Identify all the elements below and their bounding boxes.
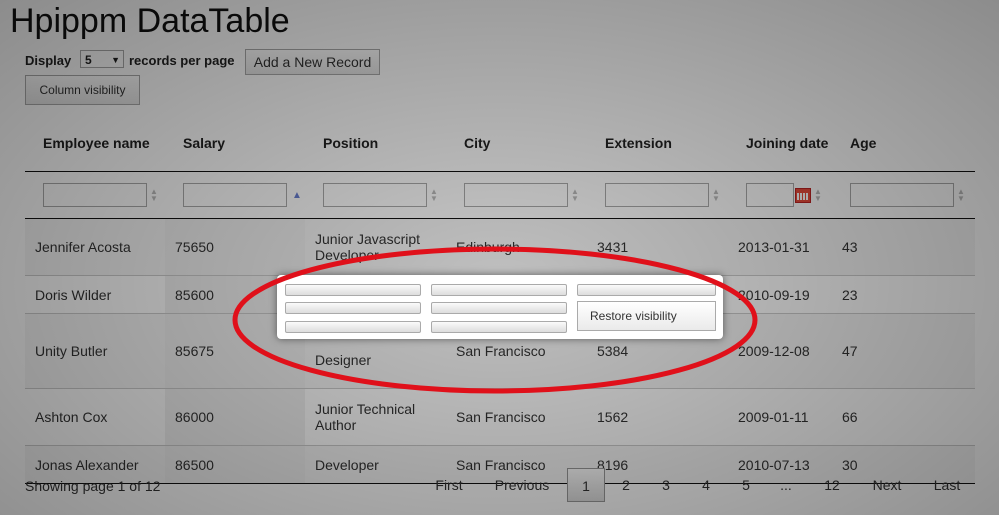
header-label: Salary [183, 135, 226, 151]
cell-city: Edinburgh [446, 218, 587, 276]
cell-extension: 3431 [587, 218, 728, 276]
column-visibility-popup: Restore visibility [277, 275, 723, 339]
column-visibility-button[interactable]: Column visibility [25, 75, 140, 105]
filter-input-extension[interactable] [605, 183, 709, 207]
sort-both-icon[interactable]: ▲ ▼ [150, 188, 158, 203]
cell-age: 23 [832, 275, 975, 314]
header-label: Joining date [746, 135, 829, 151]
column-header-city[interactable]: City [446, 115, 587, 172]
calendar-icon[interactable] [795, 187, 811, 203]
per-page-value: 5 [85, 53, 92, 67]
add-record-button[interactable]: Add a New Record [245, 49, 380, 75]
cell-date: 2010-09-19 [728, 275, 832, 314]
filter-cell: ▲ ▼ [832, 172, 975, 219]
column-toggle-button[interactable] [431, 284, 567, 296]
cell-city: San Francisco [446, 388, 587, 446]
filter-cell: ▲ ▼ [25, 172, 165, 219]
table-row[interactable]: Ashton Cox 86000 Junior Technical Author… [25, 388, 975, 446]
sort-both-icon[interactable]: ▲ ▼ [814, 188, 822, 203]
column-header-age[interactable]: Age [832, 115, 975, 172]
column-toggle-button[interactable] [431, 321, 567, 333]
column-toggle-button[interactable] [285, 321, 421, 333]
page-button[interactable]: 3 [652, 468, 680, 502]
cell-age: 43 [832, 218, 975, 276]
cell-name: Doris Wilder [25, 275, 165, 314]
page-last-button[interactable]: Last [926, 468, 968, 502]
cell-age: 66 [832, 388, 975, 446]
header-label: City [464, 135, 491, 151]
column-header-employee-name[interactable]: Employee name [25, 115, 165, 172]
filter-cell: ▲ ▼ [446, 172, 587, 219]
cell-date: 2009-01-11 [728, 388, 832, 446]
filter-input-joining-date[interactable] [746, 183, 794, 207]
header-label: Employee name [43, 135, 150, 151]
table-row[interactable]: Jennifer Acosta 75650 Junior Javascript … [25, 218, 975, 276]
header-label: Extension [605, 135, 672, 151]
cell-name: Unity Butler [25, 313, 165, 389]
filter-cell: ▲ [165, 172, 305, 219]
pagination: First Previous 1 2 3 4 5 ... 12 Next Las… [0, 468, 999, 504]
page-button[interactable]: 12 [816, 468, 848, 502]
sort-both-icon[interactable]: ▲ ▼ [571, 188, 579, 203]
sort-both-icon[interactable]: ▲ ▼ [430, 188, 438, 203]
filter-cell: ▲ ▼ [587, 172, 728, 219]
cell-name: Jennifer Acosta [25, 218, 165, 276]
cell-extension: 1562 [587, 388, 728, 446]
column-toggle-button[interactable] [431, 302, 567, 314]
column-toggle-button[interactable] [285, 284, 421, 296]
cell-position: Junior Technical Author [305, 388, 446, 446]
filter-input-position[interactable] [323, 183, 427, 207]
filter-cell: ▲ ▼ [728, 172, 832, 219]
column-header-extension[interactable]: Extension [587, 115, 728, 172]
filter-input-employee-name[interactable] [43, 183, 147, 207]
column-header-salary[interactable]: Salary [165, 115, 305, 172]
column-toggle-button[interactable] [285, 302, 421, 314]
filter-cell: ▲ ▼ [305, 172, 446, 219]
column-header-joining-date[interactable]: Joining date [728, 115, 832, 172]
page-button-current[interactable]: 1 [567, 468, 605, 502]
filter-input-city[interactable] [464, 183, 568, 207]
page-ellipsis: ... [780, 477, 792, 493]
sort-asc-icon[interactable]: ▲ [292, 190, 302, 201]
page-next-button[interactable]: Next [866, 468, 908, 502]
display-label: Display [25, 53, 72, 68]
page-button[interactable]: 5 [732, 468, 760, 502]
column-header-position[interactable]: Position [305, 115, 446, 172]
cell-date: 2013-01-31 [728, 218, 832, 276]
page-button[interactable]: 2 [612, 468, 640, 502]
cell-date: 2009-12-08 [728, 313, 832, 389]
column-toggle-button[interactable] [577, 284, 716, 296]
per-page-suffix: records per page [129, 53, 235, 68]
page-first-button[interactable]: First [425, 468, 473, 502]
restore-visibility-button[interactable]: Restore visibility [577, 301, 716, 331]
page-button[interactable]: 4 [692, 468, 720, 502]
sort-both-icon[interactable]: ▲ ▼ [712, 188, 720, 203]
per-page-select[interactable]: 5 ▼ [80, 50, 124, 68]
filter-input-age[interactable] [850, 183, 954, 207]
cell-name: Ashton Cox [25, 388, 165, 446]
cell-age: 47 [832, 313, 975, 389]
filter-input-salary[interactable] [183, 183, 287, 207]
cell-salary: 86000 [165, 388, 305, 446]
header-label: Age [850, 135, 877, 151]
chevron-down-icon: ▼ [111, 55, 120, 65]
sort-both-icon[interactable]: ▲ ▼ [957, 188, 965, 203]
header-label: Position [323, 135, 379, 151]
cell-position: Junior Javascript Developer [305, 218, 446, 276]
page-previous-button[interactable]: Previous [489, 468, 555, 502]
page-title: Hpippm DataTable [10, 2, 290, 40]
cell-salary: 75650 [165, 218, 305, 276]
